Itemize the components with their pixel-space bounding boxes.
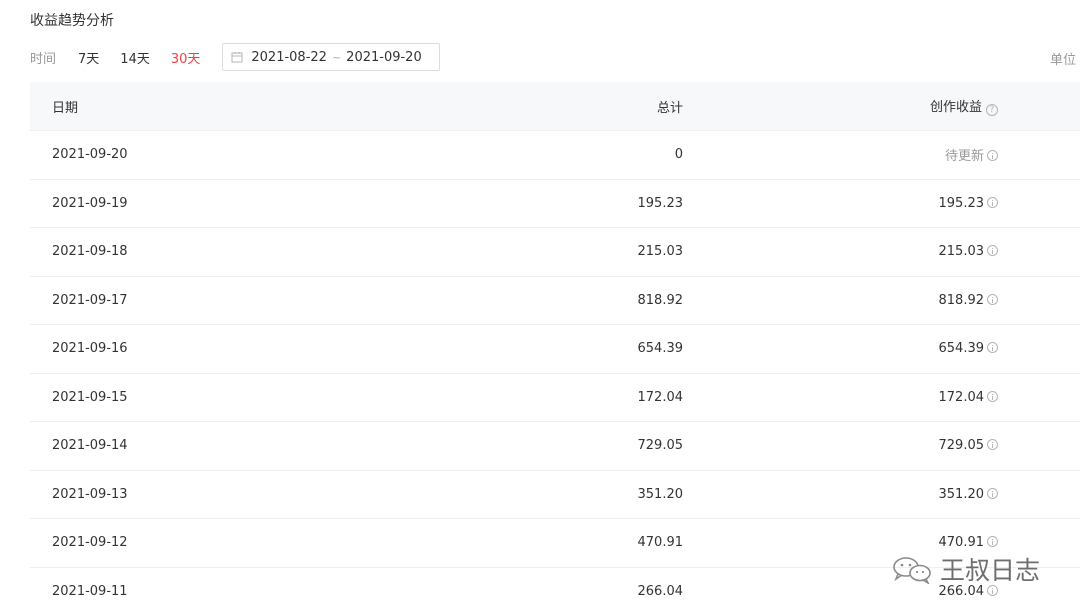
unit-label: 单位: [1050, 53, 1077, 68]
date-range-picker[interactable]: 2021-08-22 ~ 2021-09-20: [222, 43, 441, 71]
cell-total: 172.04: [290, 373, 683, 422]
cell-income: 待更新: [683, 130, 998, 180]
cell-date: 2021-09-17: [30, 276, 290, 325]
table-row: 2021-09-15 172.04 172.04: [30, 373, 1080, 422]
cell-income: 215.03: [683, 227, 998, 277]
column-header-total-label: 总计: [656, 100, 683, 116]
table-header-row: 日期 总计 创作收益?: [30, 82, 1080, 131]
cell-total: 654.39: [290, 324, 683, 374]
column-header-income: 创作收益?: [683, 82, 998, 131]
cell-total: 266.04: [290, 567, 683, 614]
column-header-income-label: 创作收益: [929, 100, 982, 115]
info-icon[interactable]: [987, 196, 998, 208]
time-label: 时间: [30, 51, 57, 67]
cell-spacer: [998, 130, 1080, 180]
cell-total: 195.23: [290, 179, 683, 228]
cell-total: 729.05: [290, 421, 683, 471]
info-icon[interactable]: [987, 342, 998, 354]
table-row: 2021-09-20 0 待更新: [30, 130, 1080, 180]
cell-income-value: 818.92: [938, 292, 985, 308]
cell-income-value: 729.05: [938, 438, 985, 454]
info-icon[interactable]: [987, 487, 998, 499]
info-icon[interactable]: [987, 293, 998, 305]
date-range-end: 2021-09-20: [346, 49, 422, 65]
date-range-start: 2021-08-22: [251, 49, 327, 65]
cell-date: 2021-09-18: [30, 227, 290, 277]
cell-total: 818.92: [290, 276, 683, 325]
column-header-date-label: 日期: [52, 100, 79, 116]
cell-total: 215.03: [290, 227, 683, 277]
info-icon[interactable]: [987, 390, 998, 402]
range-30-days-button[interactable]: 30天: [171, 48, 201, 67]
table-row: 2021-09-18 215.03 215.03: [30, 227, 1080, 277]
cell-income-value: 172.04: [938, 389, 985, 405]
cell-date: 2021-09-19: [30, 179, 290, 228]
cell-date: 2021-09-15: [30, 373, 290, 422]
range-7-days-button[interactable]: 7天: [78, 48, 99, 67]
date-range-separator: ~: [331, 50, 342, 64]
cell-income-value: 待更新: [944, 149, 984, 165]
info-icon[interactable]: [987, 150, 998, 162]
table-body: 2021-09-20 0 待更新 2021-09-19 195.23 195.23 2021…: [30, 130, 1080, 614]
cell-income: 351.20: [683, 470, 998, 519]
cell-total: 351.20: [290, 470, 683, 519]
cell-date: 2021-09-11: [30, 567, 290, 614]
cell-income-value: 470.91: [938, 535, 985, 551]
cell-date: 2021-09-14: [30, 421, 290, 471]
watermark: 王叔日志: [890, 551, 1040, 587]
cell-date: 2021-09-16: [30, 324, 290, 374]
table-row: 2021-09-16 654.39 654.39: [30, 324, 1080, 374]
cell-total: 0: [290, 130, 683, 180]
table-row: 2021-09-19 195.23 195.23: [30, 179, 1080, 228]
cell-income: 654.39: [683, 324, 998, 374]
cell-date: 2021-09-20: [30, 130, 290, 180]
cell-income: 729.05: [683, 421, 998, 471]
table-row: 2021-09-13 351.20 351.20: [30, 470, 1080, 519]
revenue-table: 日期 总计 创作收益? 2021-09-20 0 待更新 2021-09-19 195.…: [30, 82, 1080, 614]
column-header-date: 日期: [30, 82, 290, 131]
cell-income-value: 215.03: [938, 244, 985, 260]
info-icon[interactable]: [987, 536, 998, 548]
column-header-total: 总计: [290, 82, 683, 131]
range-14-days-button[interactable]: 14天: [120, 48, 150, 67]
table-row: 2021-09-17 818.92 818.92: [30, 276, 1080, 325]
cell-spacer: [998, 373, 1080, 422]
cell-spacer: [998, 227, 1080, 277]
cell-income-value: 351.20: [938, 486, 985, 502]
cell-date: 2021-09-12: [30, 518, 290, 568]
cell-spacer: [998, 179, 1080, 228]
help-icon[interactable]: ?: [986, 104, 998, 116]
cell-total: 470.91: [290, 518, 683, 568]
cell-income-value: 654.39: [938, 341, 985, 357]
info-icon[interactable]: [987, 245, 998, 257]
cell-income: 818.92: [683, 276, 998, 325]
watermark-text: 王叔日志: [940, 556, 1041, 585]
cell-income: 172.04: [683, 373, 998, 422]
cell-spacer: [998, 421, 1080, 471]
cell-date: 2021-09-13: [30, 470, 290, 519]
cell-spacer: [998, 470, 1080, 519]
revenue-trend-page: 收益趋势分析 时间 7天 14天 30天 2021-08-22 ~ 2021-0…: [0, 0, 1080, 614]
cell-spacer: [998, 276, 1080, 325]
cell-income-value: 195.23: [938, 195, 985, 211]
cell-income: 195.23: [683, 179, 998, 228]
cell-spacer: [998, 324, 1080, 374]
table-row: 2021-09-14 729.05 729.05: [30, 421, 1080, 471]
calendar-icon: [231, 51, 243, 63]
column-header-spacer: [998, 82, 1080, 131]
info-icon[interactable]: [987, 439, 998, 451]
page-title: 收益趋势分析: [30, 13, 114, 29]
time-filter-bar: 时间 7天 14天 30天 2021-08-22 ~ 2021-09-20: [30, 42, 441, 72]
wechat-icon: [890, 554, 934, 586]
